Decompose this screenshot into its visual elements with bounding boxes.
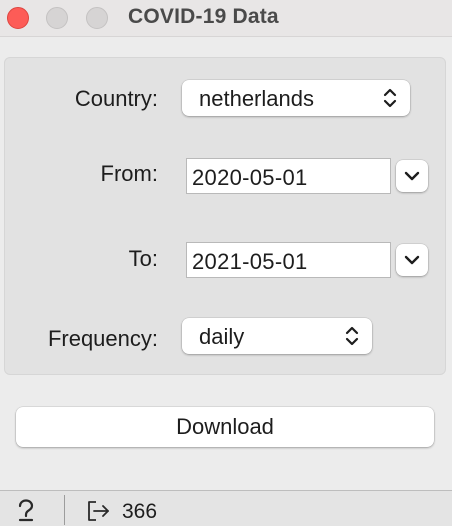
frequency-select-value: daily	[199, 324, 245, 349]
title-bar: COVID-19 Data	[0, 0, 452, 37]
output-count: 366	[122, 500, 158, 523]
to-label: To:	[128, 246, 158, 271]
frequency-select[interactable]: daily	[182, 318, 372, 354]
status-bar: 366	[0, 490, 452, 526]
minimize-window-button[interactable]	[46, 7, 68, 29]
status-divider	[64, 495, 65, 525]
up-down-chevron-icon	[383, 88, 397, 108]
from-date-dropdown-button[interactable]	[396, 160, 428, 192]
from-date-field[interactable]: 2020-05-01	[186, 158, 391, 194]
close-window-button[interactable]	[7, 7, 29, 29]
output-icon	[88, 501, 109, 521]
country-select-value: netherlands	[199, 86, 314, 111]
country-label: Country:	[74, 86, 158, 111]
chevron-down-icon	[404, 255, 420, 265]
to-date-dropdown-button[interactable]	[396, 244, 428, 276]
up-down-chevron-icon	[345, 326, 359, 346]
to-date-value: 2021-05-01	[192, 249, 308, 274]
frequency-label: Frequency:	[47, 326, 158, 351]
to-date-field[interactable]: 2021-05-01	[186, 242, 391, 278]
from-label: From:	[100, 161, 158, 186]
download-button[interactable]: Download	[16, 407, 434, 447]
zoom-window-button[interactable]	[86, 7, 108, 29]
from-date-value: 2020-05-01	[192, 165, 308, 190]
chevron-down-icon	[404, 171, 420, 181]
help-icon[interactable]	[16, 499, 36, 523]
country-select[interactable]: netherlands	[182, 80, 410, 116]
window-title: COVID-19 Data	[128, 5, 279, 28]
